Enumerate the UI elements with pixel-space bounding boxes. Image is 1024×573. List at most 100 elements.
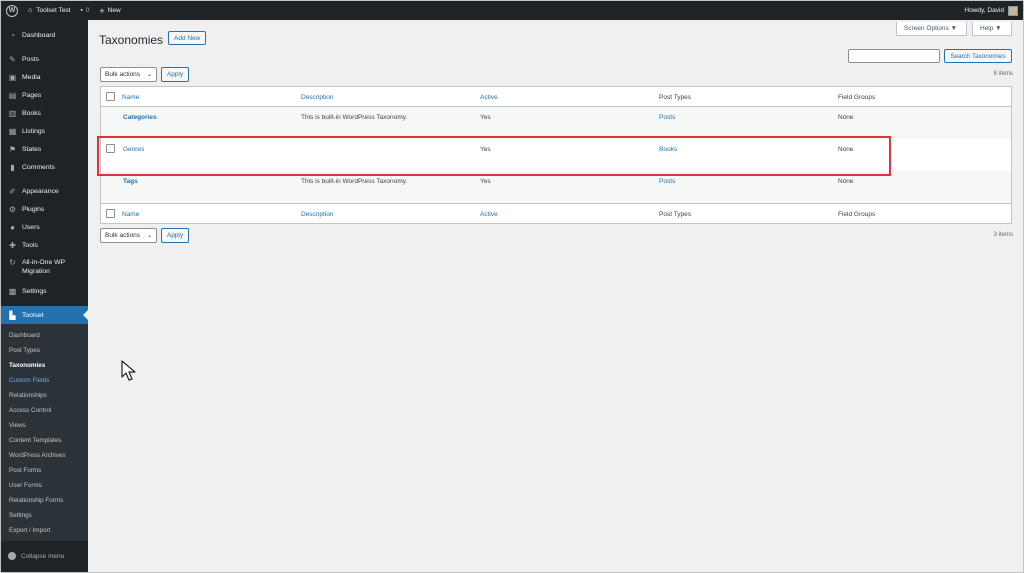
sidebar-item-books[interactable]: ▥ Books <box>1 104 88 122</box>
items-count-bottom: 3 items <box>993 232 1013 238</box>
howdy-text: Howdy, David <box>964 7 1004 14</box>
submenu-access-control[interactable]: Access Control <box>1 403 88 418</box>
column-field-groups: Field Groups <box>838 94 876 101</box>
user-icon: ● <box>10 222 15 232</box>
taxonomy-description: This is built-in WordPress Taxonomy. <box>301 178 408 185</box>
main-content: Screen Options ▼ Help ▼ Taxonomies Add N… <box>88 20 1023 572</box>
sidebar-item-plugins[interactable]: ⚙ Plugins <box>1 200 88 218</box>
comments-link[interactable]: ▪ 0 <box>75 1 94 20</box>
book-icon: ▥ <box>8 108 17 118</box>
highlight-box <box>97 136 891 176</box>
column-description[interactable]: Description <box>301 94 334 101</box>
toolset-icon: ▙ <box>9 310 16 320</box>
table-header-row: Name Description Active Post Types Field… <box>101 87 1011 107</box>
search-taxonomies-button[interactable]: Search Taxonomies <box>944 49 1012 63</box>
mouse-cursor-icon <box>121 360 136 381</box>
admin-bar: W ⌂ Toolset Test ▪ 0 + New Howdy, David <box>1 1 1023 20</box>
search-input[interactable] <box>848 49 940 63</box>
submenu-settings[interactable]: Settings <box>1 508 88 523</box>
wordpress-icon: W <box>6 4 18 17</box>
add-new-button[interactable]: Add New <box>168 31 207 45</box>
taxonomy-post-types-link[interactable]: Posts <box>659 178 675 185</box>
plugin-icon: ⚙ <box>8 204 17 214</box>
taxonomy-post-types-link[interactable]: Posts <box>659 114 675 121</box>
collapse-icon <box>8 552 16 560</box>
avatar <box>1008 5 1018 16</box>
column-field-groups-footer: Field Groups <box>838 211 876 218</box>
chevron-down-icon: ⌄ <box>146 233 152 239</box>
taxonomy-field-groups: None <box>838 114 854 121</box>
sidebar-item-pages[interactable]: ▤ Pages <box>1 86 88 104</box>
sidebar-item-listings[interactable]: ▦ Listings <box>1 122 88 140</box>
sidebar-item-appearance[interactable]: ✐ Appearance <box>1 182 88 200</box>
apply-button-bottom[interactable]: Apply <box>161 228 189 243</box>
toolset-submenu: Dashboard Post Types Taxonomies Custom F… <box>1 324 88 541</box>
submenu-content-templates[interactable]: Content Templates <box>1 433 88 448</box>
comments-count: 0 <box>85 7 90 14</box>
column-name[interactable]: Name <box>122 94 139 101</box>
brush-icon: ✐ <box>9 186 16 196</box>
submenu-taxonomies[interactable]: Taxonomies <box>1 358 88 373</box>
sidebar-item-toolset[interactable]: ▙ Toolset <box>1 306 88 324</box>
table-row: Categories This is built-in WordPress Ta… <box>101 107 1011 139</box>
column-active[interactable]: Active <box>480 94 498 101</box>
chevron-down-icon: ⌄ <box>146 72 152 78</box>
sidebar-item-users[interactable]: ● Users <box>1 218 88 236</box>
submenu-relationship-forms[interactable]: Relationship Forms <box>1 493 88 508</box>
submenu-relationships[interactable]: Relationships <box>1 388 88 403</box>
sidebar-item-dashboard[interactable]: ◔ Dashboard <box>1 26 88 44</box>
sidebar-item-media[interactable]: ▣ Media <box>1 68 88 86</box>
taxonomy-active: Yes <box>480 114 491 121</box>
submenu-post-types[interactable]: Post Types <box>1 343 88 358</box>
pages-icon: ▤ <box>8 90 17 100</box>
site-name: Toolset Test <box>36 7 71 14</box>
collapse-menu-button[interactable]: Collapse menu <box>1 547 88 565</box>
account-menu[interactable]: Howdy, David <box>959 1 1023 20</box>
submenu-post-forms[interactable]: Post Forms <box>1 463 88 478</box>
column-post-types-footer: Post Types <box>659 211 692 218</box>
site-name-link[interactable]: ⌂ Toolset Test <box>23 1 75 20</box>
column-name-footer[interactable]: Name <box>122 211 139 218</box>
apply-button-top[interactable]: Apply <box>161 67 189 82</box>
comment-icon: ▮ <box>10 162 15 172</box>
sidebar-item-migration[interactable]: ↻ All-in-One WP Migration <box>1 254 88 282</box>
submenu-views[interactable]: Views <box>1 418 88 433</box>
new-content-link[interactable]: + New <box>94 1 125 20</box>
taxonomy-name-link[interactable]: Categories <box>123 114 157 121</box>
select-all-checkbox-footer[interactable] <box>106 209 115 218</box>
new-label: New <box>107 7 121 14</box>
dashboard-icon: ◔ <box>10 30 15 40</box>
select-all-checkbox[interactable] <box>106 92 115 101</box>
column-active-footer[interactable]: Active <box>480 211 498 218</box>
submenu-custom-fields[interactable]: Custom Fields <box>1 373 88 388</box>
submenu-wordpress-archives[interactable]: WordPress Archives <box>1 448 88 463</box>
sidebar-item-states[interactable]: ⚑ States <box>1 140 88 158</box>
comment-bubble-icon: ▪ <box>80 7 83 14</box>
column-description-footer[interactable]: Description <box>301 211 334 218</box>
bulk-actions-select-bottom[interactable]: Bulk actions ⌄ <box>100 228 157 243</box>
help-button[interactable]: Help ▼ <box>972 22 1012 36</box>
pin-icon: ✎ <box>9 54 16 64</box>
column-post-types: Post Types <box>659 94 692 101</box>
sidebar-item-posts[interactable]: ✎ Posts <box>1 50 88 68</box>
migration-icon: ↻ <box>9 258 16 267</box>
plus-icon: + <box>99 5 105 16</box>
bulk-actions-select-top[interactable]: Bulk actions ⌄ <box>100 67 157 82</box>
home-icon: ⌂ <box>28 7 33 14</box>
submenu-user-forms[interactable]: User Forms <box>1 478 88 493</box>
window-frame: W ⌂ Toolset Test ▪ 0 + New Howdy, David … <box>0 0 1024 573</box>
settings-icon: ▩ <box>8 286 17 296</box>
submenu-dashboard[interactable]: Dashboard <box>1 328 88 343</box>
wp-logo-menu[interactable]: W <box>1 1 23 20</box>
flag-icon: ⚑ <box>8 144 17 154</box>
taxonomy-active: Yes <box>480 178 491 185</box>
wrench-icon: ✚ <box>9 240 16 250</box>
sidebar-item-comments[interactable]: ▮ Comments <box>1 158 88 176</box>
submenu-export-import[interactable]: Export / Import <box>1 523 88 538</box>
page-title: Taxonomies <box>99 33 164 47</box>
screen-options-button[interactable]: Screen Options ▼ <box>896 22 967 36</box>
listings-icon: ▦ <box>8 126 17 136</box>
taxonomy-name-link[interactable]: Tags <box>123 178 138 185</box>
sidebar-item-tools[interactable]: ✚ Tools <box>1 236 88 254</box>
sidebar-item-settings[interactable]: ▩ Settings <box>1 282 88 300</box>
